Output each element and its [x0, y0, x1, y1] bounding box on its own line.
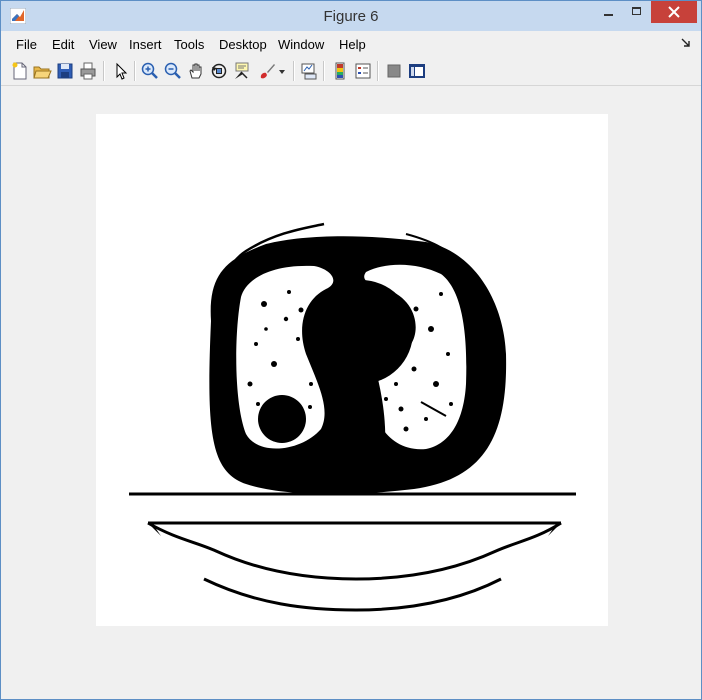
menu-bar: File Edit View Insert Tools Desktop Wind…: [1, 33, 701, 55]
edit-plot-arrow-icon[interactable]: [111, 61, 131, 81]
menu-desktop[interactable]: Desktop: [219, 37, 267, 52]
link-plot-icon[interactable]: [299, 61, 319, 81]
insert-legend-icon[interactable]: [353, 61, 373, 81]
figure-toolbar: [1, 57, 701, 86]
brush-icon[interactable]: [257, 61, 277, 81]
zoom-in-icon[interactable]: [140, 61, 160, 81]
pan-hand-icon[interactable]: [186, 61, 206, 81]
menu-tools[interactable]: Tools: [174, 37, 204, 52]
toolbar-separator: [377, 61, 379, 81]
menu-file[interactable]: File: [16, 37, 37, 52]
toolbar-separator: [293, 61, 295, 81]
maximize-icon: [632, 7, 641, 15]
menu-view[interactable]: View: [89, 37, 117, 52]
print-icon[interactable]: [78, 61, 98, 81]
hide-plot-tools-icon[interactable]: [384, 61, 404, 81]
figure-window: Figure 6 File Edit View Insert Tools Des…: [0, 0, 702, 700]
title-bar[interactable]: Figure 6: [1, 1, 701, 31]
data-cursor-icon[interactable]: [232, 61, 252, 81]
new-figure-icon[interactable]: [10, 61, 30, 81]
menu-edit[interactable]: Edit: [52, 37, 74, 52]
dock-figure-icon[interactable]: [681, 38, 691, 48]
menu-help[interactable]: Help: [339, 37, 366, 52]
close-button[interactable]: [651, 1, 697, 23]
zoom-out-icon[interactable]: [163, 61, 183, 81]
toolbar-separator: [103, 61, 105, 81]
open-file-icon[interactable]: [32, 61, 52, 81]
figure-canvas: [1, 87, 701, 699]
close-icon: [668, 6, 680, 18]
menu-insert[interactable]: Insert: [129, 37, 162, 52]
insert-colorbar-icon[interactable]: [330, 61, 350, 81]
maximize-button[interactable]: [622, 1, 650, 23]
menu-window[interactable]: Window: [278, 37, 324, 52]
image-axes[interactable]: [96, 114, 608, 626]
show-plot-tools-icon[interactable]: [407, 61, 427, 81]
toolbar-separator: [134, 61, 136, 81]
minimize-button[interactable]: [594, 1, 622, 23]
brush-dropdown-arrow-icon[interactable]: [277, 61, 287, 81]
rotate-3d-icon[interactable]: [209, 61, 229, 81]
minimize-icon: [604, 14, 613, 16]
save-icon[interactable]: [55, 61, 75, 81]
toolbar-separator: [323, 61, 325, 81]
binary-ct-image: [96, 114, 608, 626]
